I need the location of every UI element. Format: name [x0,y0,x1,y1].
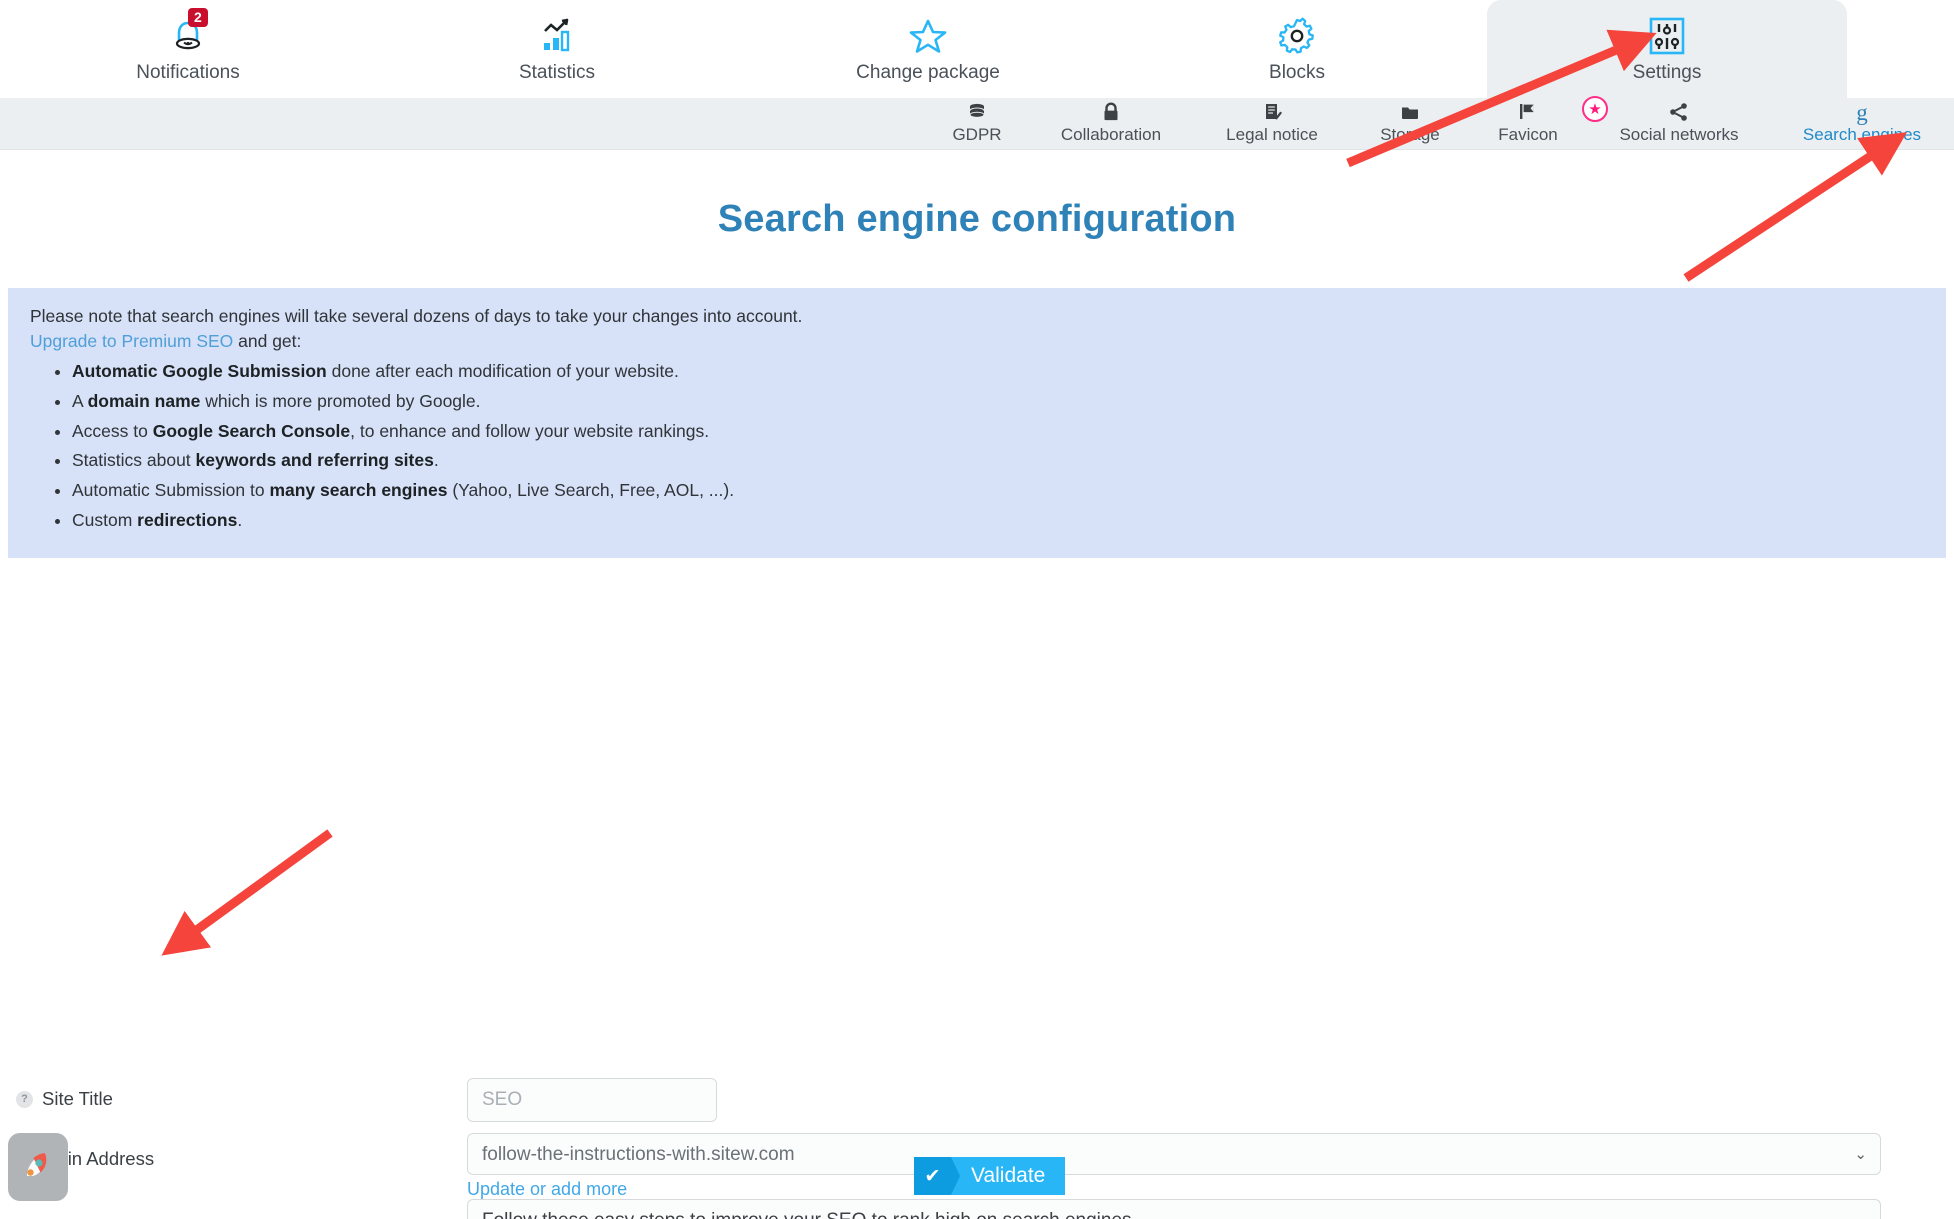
flag-icon: ★ [1516,96,1608,124]
subnav-label-legal-notice: Legal notice [1226,125,1318,144]
rocket-launcher-widget[interactable] [8,1133,68,1201]
topnav-item-settings[interactable]: Settings [1487,0,1847,98]
description-textarea[interactable]: Follow these easy steps to improve your … [467,1199,1881,1219]
subnav-item-collaboration[interactable]: Collaboration [1021,98,1201,150]
app-page: 2 Notifications Statistics Change packag… [0,0,1954,1219]
list-item: Access to Google Search Console, to enha… [72,419,1924,444]
list-item: Automatic Google Submission done after e… [72,359,1924,384]
field-description-control: Follow these easy steps to improve your … [467,1199,1881,1219]
rocket-icon [19,1146,57,1189]
field-site-title-control [467,1078,717,1122]
subnav-item-storage[interactable]: Storage [1360,98,1460,150]
sliders-icon [1647,14,1687,58]
annotation-arrows [161,29,1908,956]
topnav-item-statistics[interactable]: Statistics [477,0,637,98]
subnav-label-search-engines: Search engines [1802,125,1922,144]
check-icon: ✔ [914,1157,960,1195]
site-title-input[interactable] [467,1078,717,1122]
share-icon [1667,100,1691,124]
primary-navigation: 2 Notifications Statistics Change packag… [0,0,1954,98]
subnav-item-legal-notice[interactable]: Legal notice [1202,98,1342,150]
subnav-item-search-engines[interactable]: g Search engines [1773,98,1951,150]
list-item: Statistics about keywords and referring … [72,448,1924,473]
topnav-label-statistics: Statistics [518,62,596,83]
subnav-item-gdpr[interactable]: GDPR [938,98,1016,150]
list-item: Custom redirections. [72,508,1924,533]
field-site-title-label: ? Site Title [16,1088,113,1110]
list-item: Automatic Submission to many search engi… [72,478,1924,503]
notifications-badge: 2 [188,8,208,27]
bar-chart-icon [536,14,578,58]
gear-icon [1276,14,1318,58]
help-icon-site-title[interactable]: ? [16,1090,33,1108]
subnav-label-favicon: Favicon [1498,125,1558,144]
main-address-select[interactable]: follow-the-instructions-with.sitew.com [467,1133,1881,1175]
topnav-item-blocks[interactable]: Blocks [1217,0,1377,98]
field-main-address-control: follow-the-instructions-with.sitew.com ⌄… [467,1133,1881,1200]
label-site-title: Site Title [42,1088,113,1109]
list-item: A domain name which is more promoted by … [72,389,1924,414]
lock-icon [1100,100,1122,124]
arrow-to-google-analytics [161,829,333,956]
topnav-label-blocks: Blocks [1269,62,1325,83]
banner-upgrade-tail: and get: [233,331,302,352]
settings-subnavigation: GDPR Collaboration Legal notice Storage … [0,96,1954,150]
subnav-label-storage: Storage [1380,125,1440,144]
topnav-label-change-package: Change package [856,62,1000,83]
banner-upgrade-line: Upgrade to Premium SEO and get: [30,329,1924,354]
subnav-label-collaboration: Collaboration [1060,125,1162,144]
seo-info-banner: Please note that search engines will tak… [8,288,1946,558]
subnav-item-favicon[interactable]: ★ Favicon [1470,96,1608,150]
update-or-add-more-link[interactable]: Update or add more [467,1179,627,1199]
star-outline-icon [906,14,950,58]
database-icon [966,100,988,124]
banner-benefit-list: Automatic Google Submission done after e… [30,359,1924,534]
folder-icon [1399,100,1421,124]
validate-button-label: Validate [951,1157,1066,1195]
subnav-label-social-networks: Social networks [1619,125,1739,144]
page-title: Search engine configuration [717,198,1237,240]
validate-button[interactable]: ✔ Validate [914,1157,1066,1195]
subnav-label-gdpr: GDPR [952,125,1002,144]
banner-intro: Please note that search engines will tak… [30,306,803,326]
subnav-item-social-networks[interactable]: Social networks [1590,98,1768,150]
document-check-icon [1261,100,1283,124]
upgrade-premium-seo-link[interactable]: Upgrade to Premium SEO [30,331,233,351]
topnav-item-change-package[interactable]: Change package [818,0,1038,98]
bell-icon: 2 [168,8,208,58]
topnav-label-notifications: Notifications [136,62,240,83]
topnav-item-notifications[interactable]: 2 Notifications [108,0,268,98]
topnav-label-settings: Settings [1632,62,1702,83]
google-g-icon: g [1856,99,1868,125]
